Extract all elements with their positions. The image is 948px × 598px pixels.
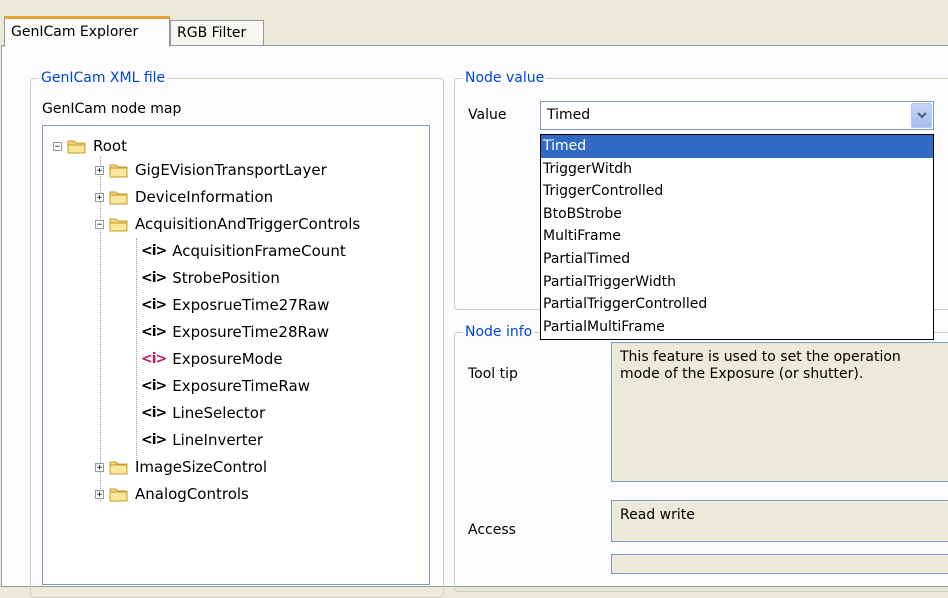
dropdown-option[interactable]: Timed: [541, 135, 933, 158]
tree-node[interactable]: − AcquisitionAndTriggerControls: [95, 212, 360, 236]
tree-node[interactable]: + AnalogControls: [95, 482, 249, 506]
tree-node-label: LineSelector: [172, 404, 266, 422]
tab-genicam-explorer[interactable]: GenICam Explorer: [4, 16, 170, 47]
tree-leaf[interactable]: <i> StrobePosition: [141, 266, 280, 290]
dropdown-button[interactable]: [911, 103, 932, 128]
integer-node-icon: <i>: [141, 432, 167, 448]
dropdown-option[interactable]: MultiFrame: [541, 225, 933, 248]
access-textbox[interactable]: Read write: [611, 500, 948, 542]
dropdown-option[interactable]: PartialTriggerControlled: [541, 293, 933, 316]
node-value-legend: Node value: [463, 69, 547, 87]
expand-icon[interactable]: +: [95, 165, 104, 175]
tree-node[interactable]: + ImageSizeControl: [95, 455, 267, 479]
folder-open-icon: [67, 139, 87, 154]
tree-node-root[interactable]: − Root: [53, 134, 127, 158]
folder-open-icon: [109, 217, 129, 232]
tree-leaf[interactable]: <i> ExposrueTime27Raw: [141, 293, 329, 317]
tab-rgb-filter[interactable]: RGB Filter: [170, 20, 264, 46]
tree-leaf[interactable]: <i> ExposureTimeRaw: [141, 374, 310, 398]
dropdown-option[interactable]: TriggerWitdh: [541, 158, 933, 181]
tree-node[interactable]: + DeviceInformation: [95, 185, 273, 209]
enumeration-node-icon: <i>: [141, 351, 167, 367]
tree-node-label: ExposureTime28Raw: [172, 323, 330, 341]
node-info-legend: Node info: [463, 323, 535, 341]
integer-node-icon: <i>: [141, 297, 167, 313]
tree-node-label: StrobePosition: [172, 269, 280, 287]
integer-node-icon: <i>: [141, 378, 167, 394]
node-map-label: GenICam node map: [42, 101, 182, 117]
collapse-icon[interactable]: −: [95, 219, 104, 229]
tree-node-label: ExposureTimeRaw: [172, 377, 310, 395]
tree-node-label: Root: [93, 137, 127, 155]
value-dropdown-list[interactable]: Timed TriggerWitdh TriggerControlled Bto…: [540, 134, 934, 340]
folder-icon: [109, 460, 129, 475]
value-label: Value: [468, 107, 507, 123]
value-combobox-text: Timed: [547, 107, 591, 123]
expand-icon[interactable]: +: [95, 192, 104, 202]
tree-node-label: ExposrueTime27Raw: [172, 296, 330, 314]
tree-leaf[interactable]: <i> LineSelector: [141, 401, 265, 425]
collapse-icon[interactable]: −: [53, 141, 62, 151]
access-label: Access: [468, 522, 516, 538]
folder-icon: [109, 487, 129, 502]
genicam-xml-legend: GenICam XML file: [39, 69, 168, 87]
tree-node-label: ExposureMode: [172, 350, 283, 368]
folder-icon: [109, 163, 129, 178]
node-map-tree[interactable]: − Root + GigEVisionTransportLayer + Devi…: [42, 125, 430, 585]
value-combobox[interactable]: Timed: [540, 101, 934, 130]
tooltip-label: Tool tip: [468, 366, 518, 382]
integer-node-icon: <i>: [141, 270, 167, 286]
tree-node-label: AnalogControls: [135, 485, 249, 503]
chevron-down-icon: [917, 112, 927, 119]
expand-icon[interactable]: +: [95, 462, 104, 472]
integer-node-icon: <i>: [141, 243, 167, 259]
integer-node-icon: <i>: [141, 405, 167, 421]
tree-node-label: AcquisitionFrameCount: [172, 242, 346, 260]
tree-node-label: LineInverter: [172, 431, 264, 449]
integer-node-icon: <i>: [141, 324, 167, 340]
tree-leaf-selected[interactable]: <i> ExposureMode: [141, 347, 283, 371]
tab-strip: GenICam Explorer RGB Filter: [0, 0, 948, 47]
dropdown-option[interactable]: PartialTriggerWidth: [541, 271, 933, 294]
tree-node-label: AcquisitionAndTriggerControls: [135, 215, 361, 233]
folder-icon: [109, 190, 129, 205]
expand-icon[interactable]: +: [95, 489, 104, 499]
tree-node[interactable]: + GigEVisionTransportLayer: [95, 158, 327, 182]
tree-node-label: DeviceInformation: [135, 188, 274, 206]
dropdown-option[interactable]: TriggerControlled: [541, 180, 933, 203]
dropdown-option[interactable]: PartialTimed: [541, 248, 933, 271]
tree-node-label: GigEVisionTransportLayer: [135, 161, 327, 179]
dropdown-option[interactable]: PartialMultiFrame: [541, 316, 933, 339]
dropdown-option[interactable]: BtoBStrobe: [541, 203, 933, 226]
tree-leaf[interactable]: <i> AcquisitionFrameCount: [141, 239, 346, 263]
tree-leaf[interactable]: <i> LineInverter: [141, 428, 263, 452]
tree-node-label: ImageSizeControl: [135, 458, 267, 476]
next-textbox[interactable]: [611, 554, 948, 574]
tree-leaf[interactable]: <i> ExposureTime28Raw: [141, 320, 329, 344]
tree-line: [136, 238, 137, 462]
tooltip-textbox[interactable]: This feature is used to set the operatio…: [611, 342, 948, 482]
